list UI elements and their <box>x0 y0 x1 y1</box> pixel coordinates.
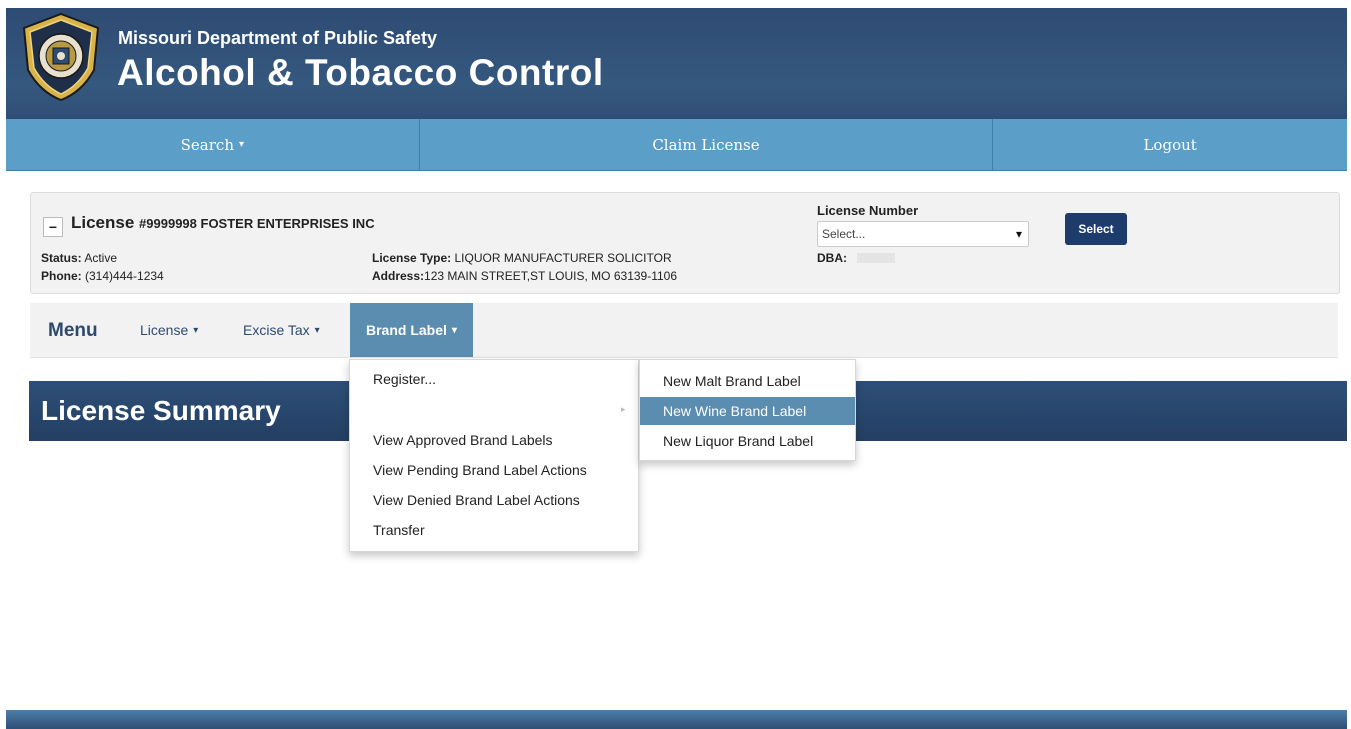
caret-down-icon: ▾ <box>314 324 320 336</box>
dropdown-item-view-approved[interactable]: View Approved Brand Labels <box>373 432 553 448</box>
nav-claim-license[interactable]: Claim License <box>420 119 994 170</box>
license-status: Status: Active <box>41 251 117 265</box>
type-label: License Type: <box>372 251 452 265</box>
caret-right-icon: ▸ <box>621 404 626 414</box>
dropdown-item-register[interactable]: Register... <box>373 371 436 387</box>
page-frame: Missouri Department of Public Safety Alc… <box>6 8 1347 729</box>
nav-search-label: Search <box>180 135 234 154</box>
phone-label: Phone: <box>41 269 82 283</box>
menu-brand-label[interactable]: Brand Label ▾ <box>350 303 473 357</box>
phone-value: (314)444-1234 <box>81 269 164 283</box>
license-number-select[interactable]: Select... ▾ <box>817 221 1029 247</box>
register-submenu: New Malt Brand Label New Wine Brand Labe… <box>639 359 856 461</box>
header-title: Alcohol & Tobacco Control <box>117 52 604 93</box>
license-title: License #9999998 FOSTER ENTERPRISES INC <box>71 213 375 233</box>
top-nav: Search ▾ Claim License Logout <box>6 119 1347 171</box>
submenu-item-liquor[interactable]: New Liquor Brand Label <box>640 427 855 455</box>
license-type: License Type: LIQUOR MANUFACTURER SOLICI… <box>372 251 672 265</box>
status-label: Status: <box>41 251 82 265</box>
caret-down-icon: ▾ <box>193 324 199 336</box>
submenu-item-malt[interactable]: New Malt Brand Label <box>640 367 855 395</box>
menu-license[interactable]: License ▾ <box>140 303 198 357</box>
site-header: Missouri Department of Public Safety Alc… <box>6 8 1347 119</box>
summary-title: License Summary <box>41 395 281 426</box>
license-number: #9999998 <box>139 216 197 231</box>
caret-down-icon: ▾ <box>451 324 457 336</box>
minus-icon: − <box>48 219 58 235</box>
nav-claim-label: Claim License <box>652 135 760 154</box>
license-title-prefix: License <box>71 213 140 232</box>
license-phone: Phone: (314)444-1234 <box>41 269 164 283</box>
dropdown-item-view-pending[interactable]: View Pending Brand Label Actions <box>373 462 587 478</box>
dropdown-item-transfer[interactable]: Transfer <box>373 522 425 538</box>
nav-logout-label: Logout <box>1143 135 1197 154</box>
menu-bar: Menu License ▾ Excise Tax ▾ Brand Label ▾ <box>30 303 1338 358</box>
submenu-item-wine[interactable]: New Wine Brand Label <box>640 397 855 425</box>
license-number-label: License Number <box>817 203 919 218</box>
license-panel: − License #9999998 FOSTER ENTERPRISES IN… <box>30 192 1340 294</box>
menu-excise-tax[interactable]: Excise Tax ▾ <box>243 303 320 357</box>
menu-label: Menu <box>48 320 98 341</box>
license-name: FOSTER ENTERPRISES INC <box>196 216 375 231</box>
caret-down-icon: ▾ <box>238 139 245 150</box>
license-address: Address:123 MAIN STREET,ST LOUIS, MO 631… <box>372 269 677 283</box>
dropdown-item-view-denied[interactable]: View Denied Brand Label Actions <box>373 492 580 508</box>
select-button[interactable]: Select <box>1065 213 1127 245</box>
dba-value-redacted <box>857 253 895 263</box>
menu-excise-label: Excise Tax <box>243 322 310 338</box>
menu-license-label: License <box>140 322 189 338</box>
header-subtitle: Missouri Department of Public Safety <box>118 28 438 48</box>
chevron-down-icon: ▾ <box>1015 227 1022 241</box>
address-label: Address: <box>372 269 425 283</box>
type-value: LIQUOR MANUFACTURER SOLICITOR <box>451 251 672 265</box>
page-footer <box>6 710 1347 729</box>
collapse-button[interactable]: − <box>43 217 63 237</box>
menu-brand-label-text: Brand Label <box>366 322 447 338</box>
license-select-value: Select... <box>822 227 866 241</box>
dba-label: DBA: <box>817 251 847 265</box>
missouri-seal-icon <box>22 12 100 102</box>
nav-search[interactable]: Search ▾ <box>6 119 420 170</box>
brand-label-dropdown: Register... ▸ View Approved Brand Labels… <box>349 359 639 552</box>
status-value: Active <box>81 251 118 265</box>
nav-logout[interactable]: Logout <box>993 119 1347 170</box>
address-value: 123 MAIN STREET,ST LOUIS, MO 63139-1106 <box>424 269 678 283</box>
